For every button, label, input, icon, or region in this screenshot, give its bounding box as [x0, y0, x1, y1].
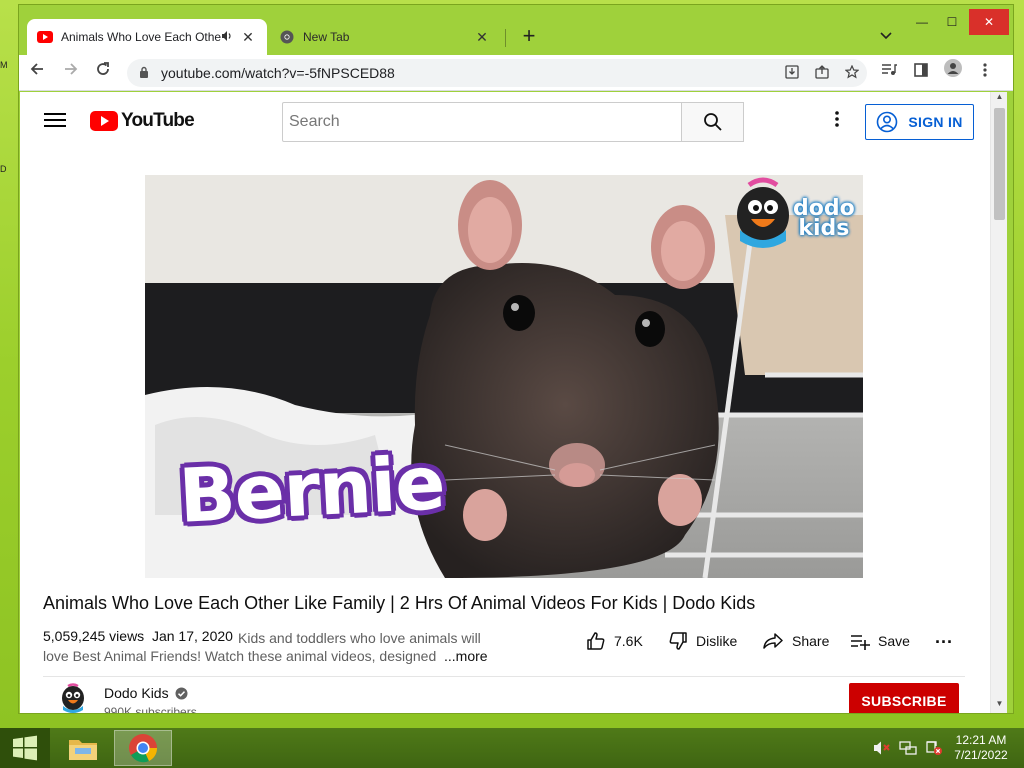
tab-youtube[interactable]: Animals Who Love Each Other Like Family …	[27, 19, 267, 55]
thumbs-up-icon	[587, 632, 605, 650]
page-scrollbar[interactable]: ▲ ▼	[990, 92, 1007, 713]
close-window-button[interactable]: ✕	[969, 9, 1009, 35]
description-more-link[interactable]: ...more	[444, 648, 488, 664]
page-viewport: YouTube SIGN IN	[20, 92, 990, 713]
upload-date: Jan 17, 2020	[151, 628, 233, 644]
like-count: 7.6K	[614, 633, 643, 649]
channel-row: Dodo Kids 990K subscribers SUBSCRIBE	[43, 676, 965, 713]
browser-window: Animals Who Love Each Other Like Family …	[18, 4, 1014, 714]
channel-name[interactable]: Dodo Kids	[104, 685, 188, 701]
volume-muted-icon[interactable]	[872, 738, 892, 758]
youtube-favicon-icon	[37, 29, 53, 45]
settings-kebab-icon[interactable]	[826, 110, 848, 132]
user-circle-icon	[877, 111, 898, 133]
description-line-1: Kids and toddlers who love animals will	[238, 630, 481, 646]
start-button[interactable]	[0, 728, 50, 768]
youtube-logo[interactable]: YouTube	[90, 110, 195, 132]
reload-icon[interactable]	[89, 59, 117, 87]
desktop-edge-label: M	[0, 60, 8, 70]
add-to-playlist-icon	[851, 635, 870, 650]
tab-search-chevron-icon[interactable]	[875, 25, 897, 47]
url-text: youtube.com/watch?v=-5fNPSCED88	[161, 65, 395, 81]
windows-logo-icon	[13, 735, 37, 761]
title-bar: Animals Who Love Each Other Like Family …	[19, 5, 1013, 55]
verified-check-icon	[175, 687, 188, 699]
video-title: Animals Who Love Each Other Like Family …	[43, 593, 756, 613]
subscriber-count: 990K subscribers	[104, 705, 197, 713]
profile-avatar-icon[interactable]	[939, 59, 967, 87]
youtube-logo-text: YouTube	[121, 110, 195, 131]
share-arrow-icon	[763, 633, 783, 649]
file-explorer-taskbar-icon[interactable]	[54, 730, 112, 766]
tab-title: New Tab	[303, 30, 350, 44]
scroll-thumb[interactable]	[994, 108, 1005, 220]
save-button[interactable]: Save	[850, 630, 910, 652]
address-bar[interactable]: youtube.com/watch?v=-5fNPSCED88	[127, 59, 867, 87]
taskbar: 12:21 AM 7/21/2022	[0, 728, 1024, 768]
search-icon	[703, 113, 722, 131]
chrome-taskbar-icon[interactable]	[114, 730, 172, 766]
lock-icon[interactable]	[139, 66, 153, 81]
save-label: Save	[878, 633, 910, 649]
taskbar-clock[interactable]: 12:21 AM 7/21/2022	[946, 733, 1016, 763]
search-button[interactable]	[681, 102, 744, 142]
tab-new-tab[interactable]: New Tab ✕	[269, 19, 501, 55]
sign-in-button[interactable]: SIGN IN	[865, 104, 974, 140]
more-actions-icon[interactable]: ...	[935, 626, 953, 648]
tab-close-icon[interactable]: ✕	[473, 29, 491, 46]
bookmark-star-icon[interactable]	[837, 64, 867, 82]
like-button[interactable]: 7.6K	[586, 630, 643, 652]
brand-line: kids	[798, 216, 850, 241]
views-text: 5,059,245 views	[43, 628, 145, 644]
search-input[interactable]	[282, 102, 682, 142]
video-overlay-title: Bernie	[176, 440, 447, 540]
browser-toolbar: youtube.com/watch?v=-5fNPSCED88	[19, 55, 1013, 91]
share-button[interactable]: Share	[762, 630, 829, 652]
back-arrow-icon[interactable]	[23, 59, 51, 87]
video-player[interactable]: dodo kids Bernie	[145, 175, 863, 578]
youtube-play-icon	[90, 111, 118, 131]
maximize-button[interactable]: ☐	[937, 9, 967, 35]
tab-close-icon[interactable]: ✕	[239, 29, 257, 46]
view-count: 5,059,245 views Jan 17, 2020	[43, 628, 233, 644]
share-label: Share	[792, 633, 830, 649]
install-app-icon[interactable]	[777, 64, 807, 82]
action-center-alert-icon[interactable]	[924, 738, 944, 758]
tab-divider	[505, 29, 506, 47]
scroll-down-arrow-icon[interactable]: ▼	[991, 699, 1008, 713]
desktop-edge-label: D	[0, 164, 7, 174]
system-tray	[872, 738, 944, 758]
dislike-button[interactable]: Dislike	[668, 630, 737, 652]
subscribe-button[interactable]: SUBSCRIBE	[849, 683, 959, 713]
tab-title: Animals Who Love Each Other Like Family	[61, 30, 221, 44]
network-icon[interactable]	[898, 738, 918, 758]
sign-in-label: SIGN IN	[908, 114, 963, 130]
description-line-2: love Best Animal Friends! Watch these an…	[43, 648, 437, 664]
youtube-header: YouTube SIGN IN	[20, 92, 990, 150]
channel-name-text: Dodo Kids	[104, 685, 169, 701]
scroll-up-arrow-icon[interactable]: ▲	[991, 92, 1008, 106]
media-control-icon[interactable]	[875, 59, 903, 87]
channel-avatar[interactable]	[57, 683, 89, 713]
chrome-favicon-icon	[279, 29, 295, 45]
thumbs-down-icon	[669, 632, 687, 650]
side-panel-icon[interactable]	[907, 59, 935, 87]
forward-arrow-icon[interactable]	[57, 59, 85, 87]
clock-time: 12:21 AM	[955, 733, 1007, 747]
share-icon[interactable]	[807, 64, 837, 82]
clock-date: 7/21/2022	[954, 748, 1008, 762]
new-tab-button[interactable]: +	[515, 23, 543, 51]
dodo-kids-brand-text: dodo kids	[793, 198, 855, 241]
audio-playing-icon[interactable]	[221, 30, 239, 45]
minimize-button[interactable]: —	[907, 9, 937, 35]
dislike-label: Dislike	[696, 633, 738, 649]
hamburger-menu-icon[interactable]	[44, 110, 66, 132]
chrome-menu-icon[interactable]	[971, 59, 999, 87]
